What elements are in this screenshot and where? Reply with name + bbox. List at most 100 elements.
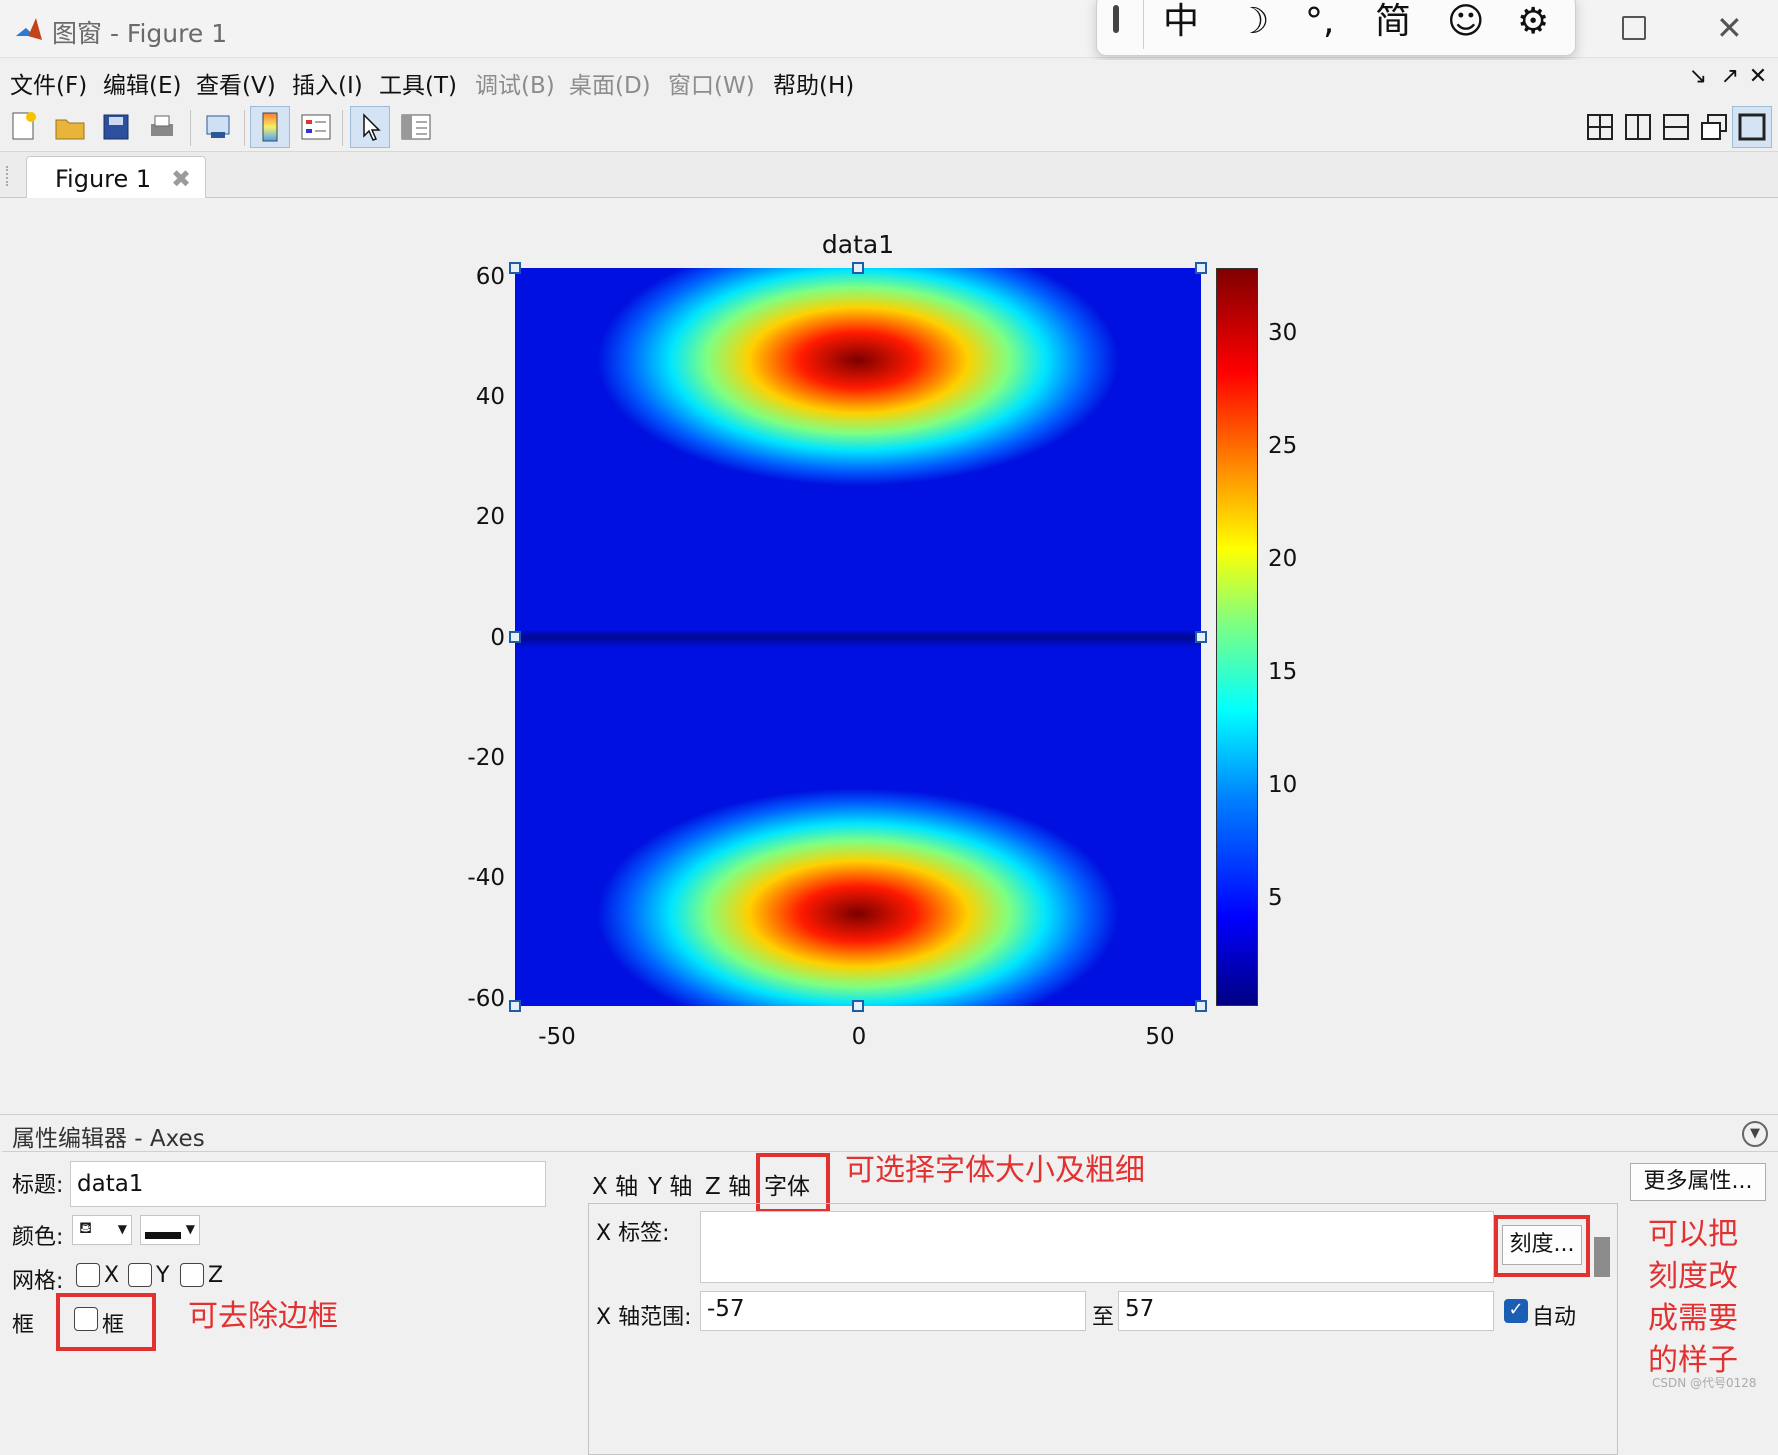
paint-bucket-icon: ⛾ (79, 1218, 93, 1237)
menu-desktop[interactable]: 桌面(D) (569, 66, 651, 100)
x-label-input[interactable] (700, 1211, 1494, 1283)
colorbar[interactable] (1216, 268, 1258, 1006)
fill-color-dropdown[interactable]: ⛾ ▼ (72, 1215, 132, 1245)
tile-grid-icon[interactable] (1580, 106, 1620, 148)
selection-handle[interactable] (1195, 631, 1207, 643)
tab-figure-1[interactable]: Figure 1 ✖ (26, 156, 206, 200)
collapse-icon[interactable]: ▼ (1742, 1121, 1768, 1147)
color-label: 颜色: (12, 1225, 64, 1250)
legend-toggle-icon[interactable] (296, 106, 336, 148)
menu-help[interactable]: 帮助(H) (773, 66, 854, 100)
scrollbar-thumb[interactable] (1594, 1237, 1610, 1277)
maximize-docked-icon[interactable] (1732, 106, 1772, 148)
tile-left-right-icon[interactable] (1618, 106, 1658, 148)
chevron-down-icon: ▼ (185, 1222, 195, 1236)
plot-title[interactable]: data1 (760, 230, 956, 259)
ime-mode-button[interactable]: 中 (1163, 0, 1199, 45)
ime-drag-handle[interactable] (1113, 5, 1119, 33)
tile-top-bottom-icon[interactable] (1656, 106, 1696, 148)
colorbar-tick-label: 30 (1268, 320, 1298, 346)
x-tick-label: 0 (851, 1024, 867, 1050)
menu-edit[interactable]: 编辑(E) (103, 66, 181, 100)
ime-script-button[interactable]: 简 (1375, 0, 1411, 45)
menu-view[interactable]: 查看(V) (196, 66, 276, 100)
selection-handle[interactable] (509, 1000, 521, 1012)
grid-z-checkbox[interactable] (180, 1263, 204, 1287)
figure-tab-strip: Figure 1 ✖ (0, 152, 1778, 200)
menu-tools[interactable]: 工具(T) (379, 66, 457, 100)
menu-file[interactable]: 文件(F) (10, 66, 87, 100)
colorbar-toggle-icon[interactable] (250, 106, 290, 148)
dock-icon[interactable]: ↘ (1686, 64, 1710, 89)
auto-limits-label: 自动 (1532, 1305, 1577, 1330)
grid-z-label: Z (208, 1263, 224, 1288)
selection-handle[interactable] (509, 631, 521, 643)
title-label: 标题: (12, 1173, 64, 1198)
menu-bar: 文件(F) 编辑(E) 查看(V) 插入(I) 工具(T) 调试(B) 桌面(D… (0, 60, 1778, 100)
property-editor-header: 属性编辑器 - Axes (12, 1126, 205, 1152)
tab-y-axis[interactable]: Y 轴 (648, 1167, 692, 1201)
menu-debug[interactable]: 调试(B) (475, 66, 555, 100)
selection-handle[interactable] (1195, 262, 1207, 274)
y-tick-label: 0 (490, 625, 505, 651)
x-limit-to-label: 至 (1092, 1305, 1115, 1330)
open-file-icon[interactable] (50, 106, 90, 148)
window-title: 图窗 - Figure 1 (52, 19, 228, 48)
heatmap-image[interactable] (515, 268, 1201, 1006)
chevron-down-icon: ▼ (117, 1222, 127, 1236)
x-limit-max-input[interactable]: 57 (1118, 1291, 1494, 1331)
link-plot-icon[interactable] (198, 106, 238, 148)
close-window-button[interactable]: ✕ (1716, 8, 1743, 48)
colorbar-tick-label: 25 (1268, 433, 1298, 459)
close-figure-icon[interactable]: ✕ (1746, 64, 1770, 89)
menu-insert[interactable]: 插入(I) (292, 66, 363, 100)
ime-settings-icon[interactable]: ⚙ (1517, 0, 1549, 45)
property-inspector-icon[interactable] (396, 106, 436, 148)
selection-handle[interactable] (852, 262, 864, 274)
tab-font[interactable]: 字体 (764, 1167, 810, 1201)
colorbar-tick-label: 10 (1268, 772, 1298, 798)
annotation-font: 可选择字体大小及粗细 (845, 1153, 1145, 1188)
grid-y-checkbox[interactable] (128, 1263, 152, 1287)
colorbar-tick-label: 15 (1268, 659, 1298, 685)
y-tick-label: 60 (475, 264, 505, 290)
tab-close-icon[interactable]: ✖ (171, 165, 191, 193)
matlab-logo-icon (14, 14, 44, 44)
grid-y-label: Y (156, 1263, 170, 1288)
colorbar-tick-label: 5 (1268, 885, 1283, 911)
annotation-ticks-line2: 刻度改 (1648, 1259, 1738, 1294)
edit-plot-arrow-icon[interactable] (350, 106, 390, 148)
ime-moon-icon[interactable]: ☽ (1237, 0, 1269, 45)
grid-x-checkbox[interactable] (76, 1263, 100, 1287)
edge-color-dropdown[interactable]: ▼ (140, 1215, 200, 1245)
box-checkbox[interactable] (74, 1307, 98, 1331)
toolbar-separator (342, 110, 343, 146)
tab-z-axis[interactable]: Z 轴 (705, 1167, 751, 1201)
undock-icon[interactable]: ↗ (1718, 64, 1742, 89)
menu-window[interactable]: 窗口(W) (668, 66, 755, 100)
float-window-icon[interactable] (1694, 106, 1734, 148)
new-figure-icon[interactable] (4, 106, 44, 148)
selection-handle[interactable] (852, 1000, 864, 1012)
maximize-button[interactable] (1622, 16, 1646, 40)
box-checkbox-label: 框 (102, 1313, 125, 1338)
ime-emoji-icon[interactable]: ☺ (1447, 0, 1485, 45)
auto-limits-checkbox[interactable]: ✓ (1504, 1299, 1528, 1323)
y-tick-label: -60 (467, 986, 505, 1012)
tab-x-axis[interactable]: X 轴 (592, 1167, 638, 1201)
grid-x-label: X (104, 1263, 120, 1288)
save-icon[interactable] (96, 106, 136, 148)
print-icon[interactable] (142, 106, 182, 148)
tab-label: Figure 1 (55, 165, 152, 193)
x-label-label: X 标签: (596, 1221, 670, 1246)
title-input[interactable]: data1 (70, 1161, 546, 1207)
ime-punctuation-button[interactable]: °, (1305, 0, 1334, 45)
grid-label: 网格: (12, 1269, 64, 1294)
x-limit-min-input[interactable]: -57 (700, 1291, 1086, 1331)
ticks-button[interactable]: 刻度... (1502, 1225, 1582, 1265)
y-tick-label: 20 (475, 504, 505, 530)
selection-handle[interactable] (1195, 1000, 1207, 1012)
selection-handle[interactable] (509, 262, 521, 274)
more-properties-button[interactable]: 更多属性... (1630, 1163, 1766, 1201)
tab-grip[interactable] (6, 166, 10, 186)
